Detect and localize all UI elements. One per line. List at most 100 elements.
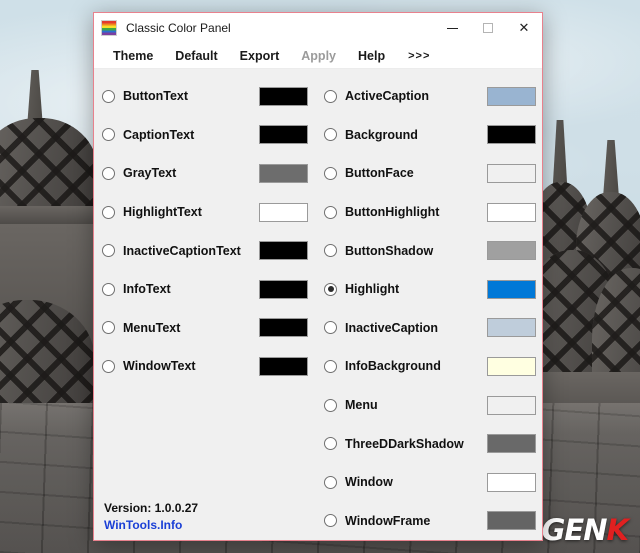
color-row[interactable]: ButtonHighlight <box>324 193 536 232</box>
color-label: ButtonHighlight <box>345 205 440 220</box>
color-swatch-background[interactable] <box>487 125 536 145</box>
color-swatch-buttonshadow[interactable] <box>487 241 536 261</box>
color-swatch-buttonface[interactable] <box>487 163 536 183</box>
menu-item-export[interactable]: Export <box>229 46 291 66</box>
color-row[interactable]: Menu <box>324 386 536 425</box>
close-button[interactable]: ✕ <box>506 13 542 43</box>
color-swatch-menu[interactable] <box>487 395 536 415</box>
color-swatch-inactivecaptiontext[interactable] <box>259 241 308 261</box>
right-color-column: ActiveCaption Background ButtonFace ButtonH… <box>324 77 536 540</box>
color-row[interactable]: WindowFrame <box>324 502 536 541</box>
radio-infobackground[interactable] <box>324 359 337 373</box>
footer: Version: 1.0.0.27 WinTools.Info <box>104 501 198 532</box>
rainbow-flag-icon <box>101 20 117 36</box>
radio-highlight[interactable] <box>324 282 337 296</box>
close-icon: ✕ <box>518 20 530 36</box>
color-swatch-threeddarkshadow[interactable] <box>487 434 536 454</box>
color-swatch-infotext[interactable] <box>259 279 308 299</box>
color-swatch-windowtext[interactable] <box>259 356 308 376</box>
radio-menutext[interactable] <box>102 321 115 335</box>
color-swatch-captiontext[interactable] <box>259 125 308 145</box>
wintools-link[interactable]: WinTools.Info <box>104 518 198 532</box>
radio-threeddarkshadow[interactable] <box>324 437 337 451</box>
color-label: ButtonShadow <box>345 243 434 258</box>
color-row[interactable]: HighlightText <box>102 193 314 232</box>
color-row[interactable]: ActiveCaption <box>324 77 536 116</box>
color-swatch-highlight[interactable] <box>487 279 536 299</box>
color-label: InfoText <box>123 282 171 297</box>
color-label: InactiveCaptionText <box>123 243 241 258</box>
menu-item-help[interactable]: Help <box>347 46 396 66</box>
radio-buttontext[interactable] <box>102 89 115 103</box>
color-row[interactable]: ThreeDDarkShadow <box>324 424 536 463</box>
radio-inactivecaptiontext[interactable] <box>102 244 115 258</box>
color-label: GrayText <box>123 166 177 181</box>
menu-item-more[interactable]: >>> <box>396 47 441 65</box>
menu-item-theme[interactable]: Theme <box>102 46 164 66</box>
color-swatch-inactivecaption[interactable] <box>487 318 536 338</box>
color-row[interactable]: WindowText <box>102 347 314 386</box>
color-label: Window <box>345 475 393 490</box>
menu-item-default[interactable]: Default <box>164 46 228 66</box>
color-label: ThreeDDarkShadow <box>345 436 464 451</box>
color-row[interactable]: InfoText <box>102 270 314 309</box>
radio-graytext[interactable] <box>102 166 115 180</box>
color-row[interactable]: InactiveCaptionText <box>102 231 314 270</box>
color-row[interactable]: GrayText <box>102 154 314 193</box>
radio-infotext[interactable] <box>102 282 115 296</box>
classic-color-panel-window: Classic Color Panel ✕ Theme Default Expo… <box>93 12 543 541</box>
color-label: ButtonFace <box>345 166 414 181</box>
color-row[interactable]: ButtonText <box>102 77 314 116</box>
color-swatch-infobackground[interactable] <box>487 356 536 376</box>
color-label: CaptionText <box>123 127 195 142</box>
minimize-button[interactable] <box>434 13 470 43</box>
color-row[interactable]: Window <box>324 463 536 502</box>
watermark-gen: GEN <box>541 513 608 547</box>
color-row[interactable]: ButtonShadow <box>324 231 536 270</box>
genk-watermark: GENK <box>541 513 630 547</box>
color-row[interactable]: CaptionText <box>102 116 314 155</box>
maximize-button[interactable] <box>470 13 506 43</box>
color-row[interactable]: MenuText <box>102 309 314 348</box>
color-swatch-buttontext[interactable] <box>259 86 308 106</box>
color-swatch-windowframe[interactable] <box>487 511 536 531</box>
color-row[interactable]: Background <box>324 116 536 155</box>
color-row[interactable]: ButtonFace <box>324 154 536 193</box>
color-swatch-activecaption[interactable] <box>487 86 536 106</box>
color-label: InfoBackground <box>345 359 441 374</box>
radio-inactivecaption[interactable] <box>324 321 337 335</box>
title-bar[interactable]: Classic Color Panel ✕ <box>94 13 542 43</box>
radio-background[interactable] <box>324 128 337 142</box>
color-label: Menu <box>345 398 378 413</box>
radio-buttonface[interactable] <box>324 166 337 180</box>
stupa-lattice <box>0 300 95 410</box>
radio-buttonhighlight[interactable] <box>324 205 337 219</box>
color-label: WindowText <box>123 359 196 374</box>
stupa-body-left-lower <box>0 300 95 410</box>
color-swatch-menutext[interactable] <box>259 318 308 338</box>
color-swatch-graytext[interactable] <box>259 163 308 183</box>
window-title: Classic Color Panel <box>126 21 231 35</box>
radio-window[interactable] <box>324 475 337 489</box>
color-swatch-highlighttext[interactable] <box>259 202 308 222</box>
color-swatch-window[interactable] <box>487 472 536 492</box>
minimize-icon <box>446 27 458 29</box>
radio-highlighttext[interactable] <box>102 205 115 219</box>
radio-captiontext[interactable] <box>102 128 115 142</box>
color-swatch-buttonhighlight[interactable] <box>487 202 536 222</box>
radio-activecaption[interactable] <box>324 89 337 103</box>
color-row[interactable]: InactiveCaption <box>324 309 536 348</box>
color-label: Background <box>345 127 418 142</box>
color-label: MenuText <box>123 320 181 335</box>
window-controls: ✕ <box>434 13 542 43</box>
left-color-column: ButtonText CaptionText GrayText HighlightTe… <box>102 77 314 386</box>
color-row[interactable]: Highlight <box>324 270 536 309</box>
color-row[interactable]: InfoBackground <box>324 347 536 386</box>
radio-buttonshadow[interactable] <box>324 244 337 258</box>
radio-windowtext[interactable] <box>102 359 115 373</box>
radio-windowframe[interactable] <box>324 514 337 528</box>
menu-item-apply: Apply <box>301 48 336 63</box>
watermark-k: K <box>606 513 630 547</box>
color-label: ActiveCaption <box>345 89 430 104</box>
radio-menu[interactable] <box>324 398 337 412</box>
